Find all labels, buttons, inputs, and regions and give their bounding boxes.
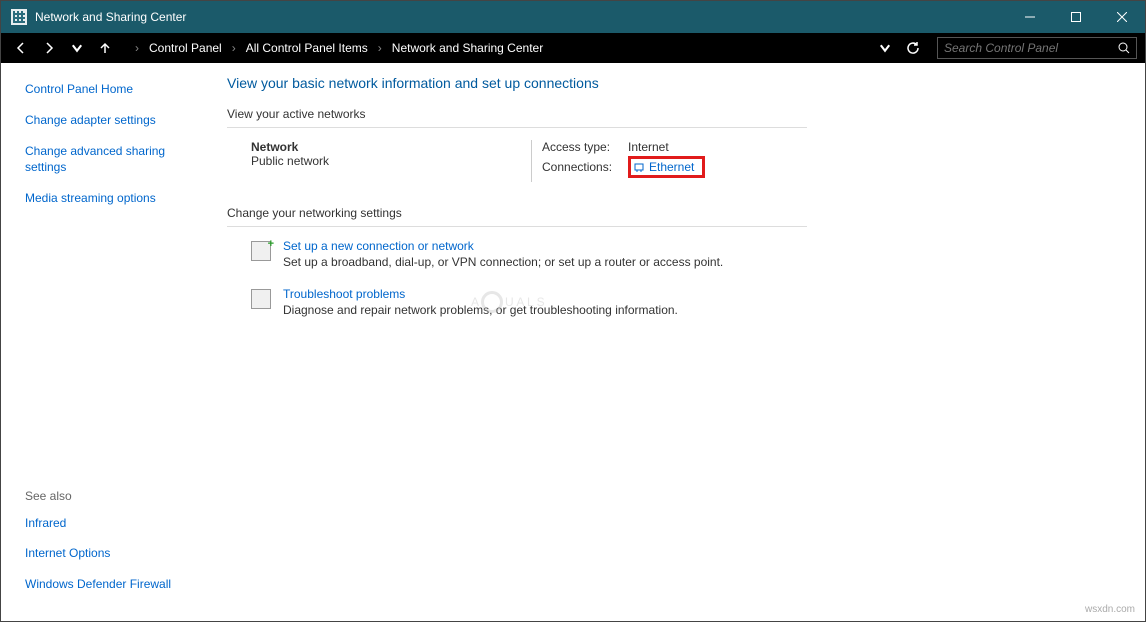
up-button[interactable] — [93, 36, 117, 60]
active-networks-header: View your active networks — [227, 107, 1125, 121]
task-desc: Diagnose and repair network problems, or… — [283, 303, 678, 317]
divider — [531, 140, 532, 182]
ethernet-link[interactable]: Ethernet — [649, 160, 694, 174]
app-icon — [11, 9, 27, 25]
active-network-block: Network Public network Access type: Inte… — [227, 140, 1125, 182]
connections-label: Connections: — [542, 160, 622, 174]
breadcrumb-item[interactable]: All Control Panel Items — [242, 39, 372, 57]
task-troubleshoot[interactable]: Troubleshoot problems Diagnose and repai… — [251, 287, 1125, 317]
access-type-label: Access type: — [542, 140, 622, 154]
sidebar-link-sharing[interactable]: Change advanced sharing settings — [25, 143, 201, 177]
address-dropdown[interactable] — [873, 36, 897, 60]
address-bar: › Control Panel › All Control Panel Item… — [1, 33, 1145, 63]
see-also-header: See also — [25, 489, 201, 503]
window-title: Network and Sharing Center — [35, 10, 186, 24]
network-type: Public network — [251, 154, 531, 168]
sidebar: Control Panel Home Change adapter settin… — [1, 63, 211, 621]
recent-dropdown[interactable] — [65, 36, 89, 60]
access-type-value: Internet — [628, 140, 669, 154]
change-settings-header: Change your networking settings — [227, 206, 1125, 220]
search-input[interactable] — [944, 41, 1118, 55]
sidebar-link-streaming[interactable]: Media streaming options — [25, 190, 201, 207]
footer-mark: wsxdn.com — [1085, 604, 1135, 615]
search-box[interactable] — [937, 37, 1137, 59]
sidebar-home-link[interactable]: Control Panel Home — [25, 81, 201, 98]
breadcrumb-sep-icon: › — [135, 41, 139, 55]
settings-list: Set up a new connection or network Set u… — [227, 239, 1125, 317]
breadcrumb-item[interactable]: Control Panel — [145, 39, 226, 57]
ethernet-highlight: Ethernet — [628, 156, 705, 178]
breadcrumb-sep-icon: › — [378, 41, 382, 55]
task-desc: Set up a broadband, dial-up, or VPN conn… — [283, 255, 723, 269]
refresh-button[interactable] — [901, 36, 925, 60]
search-icon — [1118, 42, 1130, 54]
troubleshoot-icon — [251, 289, 271, 309]
ethernet-icon — [633, 161, 645, 173]
task-title: Troubleshoot problems — [283, 287, 678, 301]
close-button[interactable] — [1099, 1, 1145, 33]
main-panel: View your basic network information and … — [211, 63, 1145, 621]
task-new-connection[interactable]: Set up a new connection or network Set u… — [251, 239, 1125, 269]
page-heading: View your basic network information and … — [227, 75, 1125, 91]
see-also-internet-options[interactable]: Internet Options — [25, 545, 201, 562]
network-name: Network — [251, 140, 531, 154]
task-title: Set up a new connection or network — [283, 239, 723, 253]
minimize-button[interactable] — [1007, 1, 1053, 33]
breadcrumb-sep-icon: › — [232, 41, 236, 55]
see-also-infrared[interactable]: Infrared — [25, 515, 201, 532]
new-connection-icon — [251, 241, 271, 261]
see-also-firewall[interactable]: Windows Defender Firewall — [25, 576, 201, 593]
back-button[interactable] — [9, 36, 33, 60]
sidebar-link-adapter[interactable]: Change adapter settings — [25, 112, 201, 129]
content: Control Panel Home Change adapter settin… — [1, 63, 1145, 621]
breadcrumb-item[interactable]: Network and Sharing Center — [388, 39, 547, 57]
maximize-button[interactable] — [1053, 1, 1099, 33]
forward-button[interactable] — [37, 36, 61, 60]
titlebar: Network and Sharing Center — [1, 1, 1145, 33]
window-controls — [1007, 1, 1145, 33]
